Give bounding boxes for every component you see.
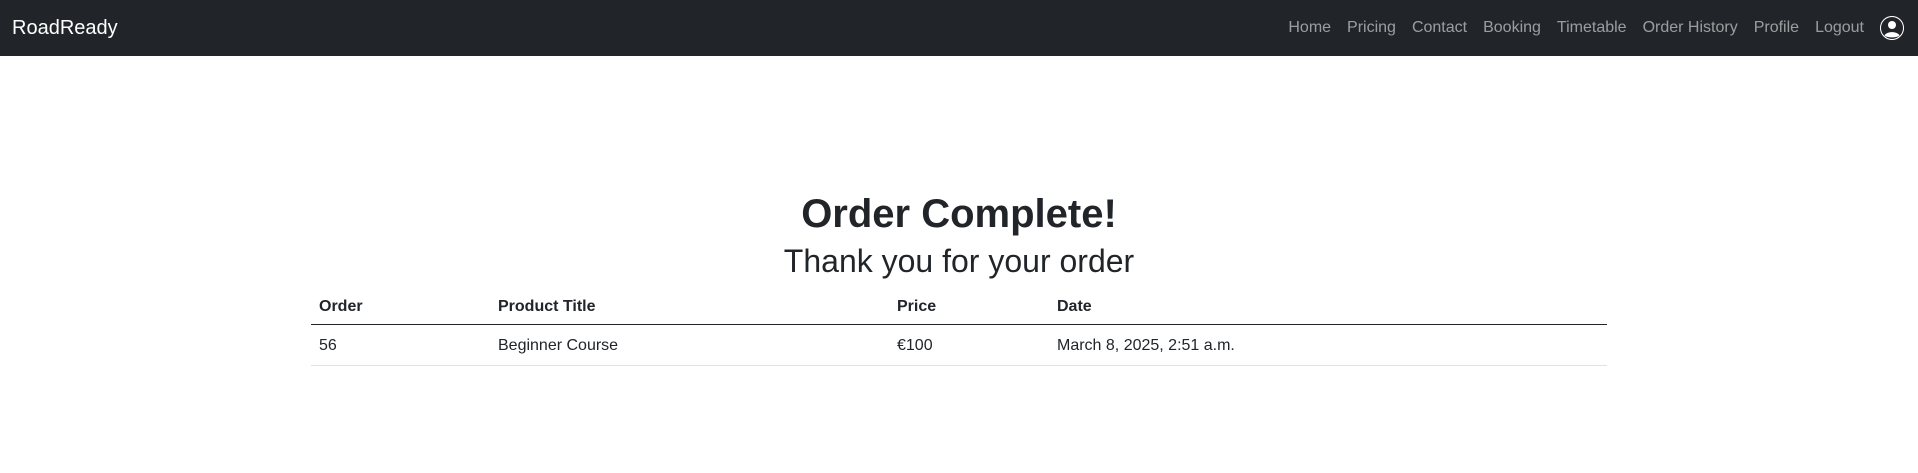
nav-link-booking[interactable]: Booking xyxy=(1475,11,1549,45)
page-title: Order Complete! xyxy=(801,192,1117,236)
nav-link-contact[interactable]: Contact xyxy=(1404,11,1475,45)
cell-price: €100 xyxy=(889,324,1049,367)
column-header-product-title: Product Title xyxy=(490,290,889,326)
table-row: 56 Beginner Course €100 March 8, 2025, 2… xyxy=(311,324,1607,367)
brand-link[interactable]: RoadReady xyxy=(12,18,118,38)
column-header-price: Price xyxy=(889,290,1049,326)
cell-order-number: 56 xyxy=(311,324,490,367)
nav-link-home[interactable]: Home xyxy=(1280,11,1339,45)
cell-product-title: Beginner Course xyxy=(490,324,889,367)
nav-link-logout[interactable]: Logout xyxy=(1807,11,1872,45)
column-header-order: Order xyxy=(311,290,490,326)
cell-date: March 8, 2025, 2:51 a.m. xyxy=(1049,324,1607,367)
nav-links: Home Pricing Contact Booking Timetable O… xyxy=(1280,11,1906,45)
nav-link-order-history[interactable]: Order History xyxy=(1635,11,1746,45)
order-table: Order Product Title Price Date 56 Beginn… xyxy=(311,290,1607,367)
nav-link-timetable[interactable]: Timetable xyxy=(1549,11,1635,45)
page-subtitle: Thank you for your order xyxy=(783,243,1135,279)
nav-link-profile[interactable]: Profile xyxy=(1746,11,1807,45)
user-circle-icon xyxy=(1880,16,1904,40)
user-avatar[interactable] xyxy=(1880,16,1904,40)
top-navbar: RoadReady Home Pricing Contact Booking T… xyxy=(0,0,1918,56)
table-header-row: Order Product Title Price Date xyxy=(311,290,1607,326)
column-header-date: Date xyxy=(1049,290,1607,326)
nav-link-pricing[interactable]: Pricing xyxy=(1339,11,1404,45)
main-content: Order Complete! Thank you for your order… xyxy=(0,56,1918,367)
